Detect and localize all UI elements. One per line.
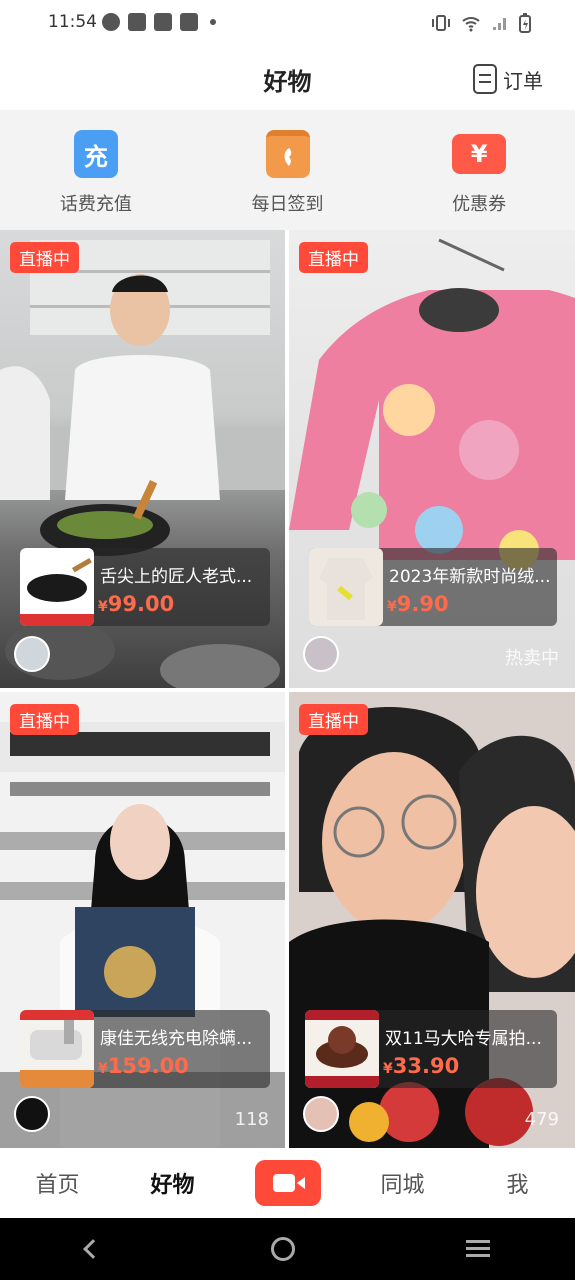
order-button[interactable]: 订单 [473,64,543,94]
notification-icons [102,13,216,31]
bottom-tab-bar: 首页 好物 同城 我 [0,1148,575,1218]
product-image [20,1010,94,1088]
mail-icon [180,13,198,31]
product-price: ¥33.90 [383,1054,459,1078]
recharge-icon: 充 [73,130,118,178]
camera-button[interactable] [254,1160,321,1206]
live-card[interactable]: 直播中 康佳无线充电除螨... ¥159.00 118 [0,692,285,1148]
price-value: 159.00 [107,1054,189,1078]
product-tag[interactable]: 康佳无线充电除螨... ¥159.00 [20,1010,270,1088]
live-grid: 直播中 舌尖上的匠人老式... ¥99.00 直播中 2023年新款时尚绒...… [0,230,575,1148]
vibrate-icon [432,15,450,31]
price-value: 99.00 [107,592,175,616]
product-image [309,548,383,626]
streamer-avatar[interactable] [303,1096,339,1132]
recent-apps-icon[interactable] [465,1240,490,1258]
currency-symbol: ¥ [98,599,108,615]
product-tag[interactable]: 双11马大哈专属拍... ¥33.90 [305,1010,557,1088]
product-name: 舌尖上的匠人老式... [100,567,253,587]
wifi-icon [462,17,480,32]
home-icon[interactable] [270,1237,295,1261]
product-tag[interactable]: 2023年新款时尚绒... ¥9.90 [309,548,557,626]
live-start-button[interactable] [230,1160,345,1206]
daily-checkin-button[interactable]: 每日签到 [192,110,384,230]
streamer-avatar[interactable] [14,1096,50,1132]
streamer-avatar[interactable] [14,636,50,672]
product-name: 康佳无线充电除螨... [100,1029,253,1049]
currency-symbol: ¥ [383,1061,393,1077]
tab-goods[interactable]: 好物 [115,1167,230,1199]
quick-actions: 充 话费充值 每日签到 ¥ 优惠券 [0,110,575,230]
battery-icon [519,13,531,33]
live-badge: 直播中 [10,704,79,735]
product-image [305,1010,379,1088]
coupon-label: 优惠券 [452,194,507,215]
live-card[interactable]: 直播中 双11马大哈专属拍... ¥33.90 479 [289,692,575,1148]
daily-checkin-label: 每日签到 [251,194,324,215]
more-dot-icon [210,19,216,25]
tab-me[interactable]: 我 [460,1167,575,1199]
currency-symbol: ¥ [98,1061,108,1077]
video-camera-icon [272,1174,305,1192]
coupon-button[interactable]: ¥ 优惠券 [383,110,575,230]
tab-city[interactable]: 同城 [345,1167,460,1199]
live-card[interactable]: 直播中 舌尖上的匠人老式... ¥99.00 [0,230,285,688]
live-badge: 直播中 [10,242,79,273]
system-icons [431,13,531,33]
page-header: 好物 订单 [0,48,575,110]
mail-icon [154,13,172,31]
product-price: ¥9.90 [387,592,449,616]
coupon-icon: ¥ [452,134,507,174]
signal-icon [493,18,506,30]
streamer-avatar[interactable] [303,636,339,672]
recharge-button[interactable]: 充 话费充值 [0,110,192,230]
product-price: ¥159.00 [98,1054,189,1078]
calendar-icon [265,130,310,178]
live-badge: 直播中 [299,242,368,273]
product-name: 双11马大哈专属拍... [385,1029,542,1049]
order-label: 订单 [503,68,543,93]
currency-symbol: ¥ [387,599,397,615]
status-time: 11:54 [48,12,97,32]
status-bar: 11:54 [0,0,575,48]
mail-icon [128,13,146,31]
price-value: 9.90 [396,592,449,616]
live-card[interactable]: 直播中 2023年新款时尚绒... ¥9.90 热卖中 [289,230,575,688]
card-footer-text: 热卖中 [505,648,559,669]
system-nav-bar [0,1218,575,1280]
card-footer-text: 118 [234,1109,269,1130]
live-badge: 直播中 [299,704,368,735]
card-footer-text: 479 [524,1109,559,1130]
product-price: ¥99.00 [98,592,174,616]
price-value: 33.90 [392,1054,460,1078]
product-image [20,548,94,626]
product-tag[interactable]: 舌尖上的匠人老式... ¥99.00 [20,548,270,626]
tab-home[interactable]: 首页 [0,1167,115,1199]
speedometer-icon [102,13,120,31]
product-name: 2023年新款时尚绒... [389,567,551,587]
clipboard-icon [473,64,497,94]
recharge-label: 话费充值 [59,194,132,215]
back-icon[interactable] [82,1239,103,1259]
